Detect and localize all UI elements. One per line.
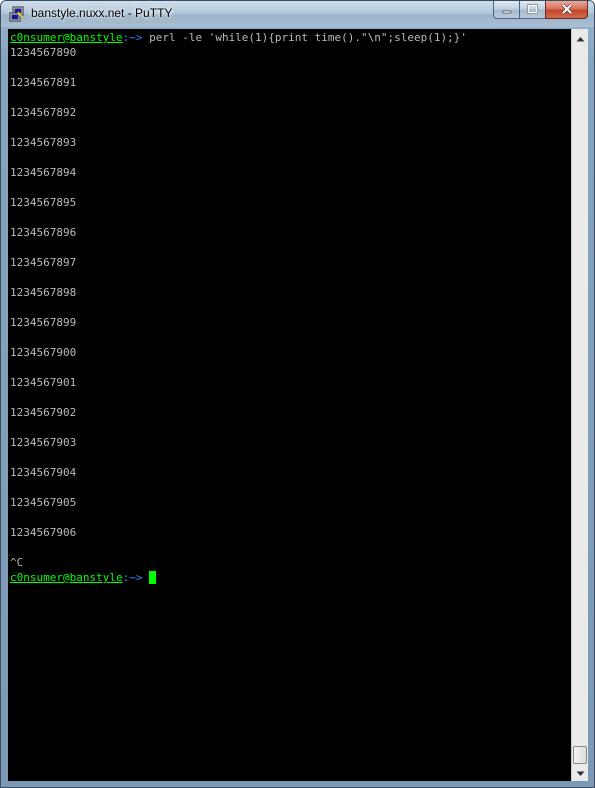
output-line: 1234567904 (10, 466, 77, 479)
prompt-path: :~> (122, 571, 143, 584)
caption-buttons (493, 1, 588, 19)
output-line: 1234567890 (10, 46, 77, 59)
prompt-line: c0nsumer@banstyle:~> (10, 571, 157, 584)
output-line: 1234567905 (10, 496, 77, 509)
command-line: c0nsumer@banstyle:~> perl -le 'while(1){… (10, 31, 467, 44)
output-line: 1234567898 (10, 286, 77, 299)
output-line: 1234567899 (10, 316, 77, 329)
scroll-up-button[interactable] (572, 29, 588, 46)
close-button[interactable] (545, 1, 588, 19)
putty-window: banstyle.nuxx.net - PuTTY c0nsumer@banst… (0, 0, 595, 788)
output-line: 1234567900 (10, 346, 77, 359)
output-line: 1234567906 (10, 526, 77, 539)
scroll-thumb[interactable] (573, 746, 587, 764)
prompt-user: c0nsumer@banstyle (10, 31, 123, 44)
close-icon (561, 1, 573, 19)
maximize-button[interactable] (519, 1, 545, 19)
title-bar[interactable]: banstyle.nuxx.net - PuTTY (1, 1, 594, 27)
arrow-down-icon (576, 764, 585, 782)
text-cursor (149, 571, 157, 584)
output-line: 1234567895 (10, 196, 77, 209)
scroll-down-button[interactable] (572, 764, 588, 781)
output-line: 1234567893 (10, 136, 77, 149)
vertical-scrollbar[interactable] (571, 29, 588, 781)
maximize-icon (527, 1, 538, 19)
output-line: 1234567892 (10, 106, 77, 119)
command-text: perl -le 'while(1){print time()."\n";sle… (149, 31, 467, 44)
output-line: 1234567902 (10, 406, 77, 419)
window-title: banstyle.nuxx.net - PuTTY (31, 6, 173, 20)
minimize-icon (502, 1, 512, 19)
output-line: 1234567897 (10, 256, 77, 269)
output-line: 1234567896 (10, 226, 77, 239)
putty-icon[interactable] (9, 6, 25, 22)
output-line: 1234567901 (10, 376, 77, 389)
output-line: 1234567891 (10, 76, 77, 89)
output-line: 1234567903 (10, 436, 77, 449)
interrupt-line: ^C (10, 556, 24, 569)
minimize-button[interactable] (493, 1, 519, 19)
arrow-up-icon (576, 29, 585, 47)
terminal-screen[interactable]: c0nsumer@banstyle:~> perl -le 'while(1){… (8, 29, 571, 781)
prompt-path: :~> (122, 31, 143, 44)
prompt-user: c0nsumer@banstyle (10, 571, 123, 584)
output-line: 1234567894 (10, 166, 77, 179)
